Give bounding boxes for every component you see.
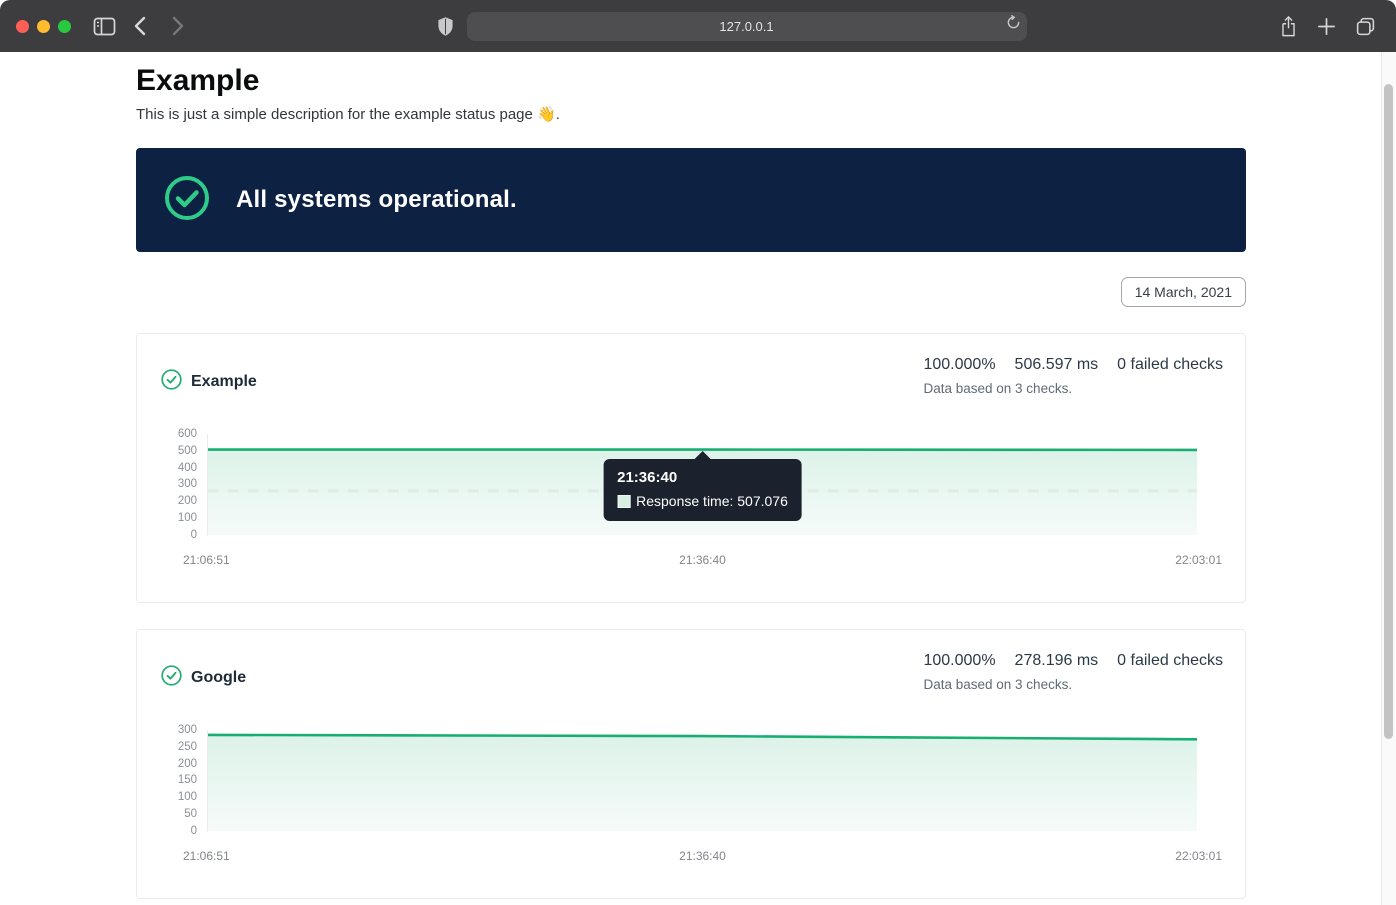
- status-banner: All systems operational.: [136, 148, 1246, 252]
- monitor-stats: 100.000% 506.597 ms 0 failed checks Data…: [923, 356, 1223, 396]
- monitor-title-group: Example: [161, 369, 257, 395]
- address-bar[interactable]: 127.0.0.1: [467, 12, 1027, 41]
- date-row: 14 March, 2021: [136, 277, 1246, 307]
- series-swatch-icon: [617, 495, 630, 508]
- y-tick: 0: [191, 824, 197, 838]
- monitor-title-group: Google: [161, 665, 246, 691]
- status-banner-message: All systems operational.: [236, 186, 517, 214]
- tooltip-time: 21:36:40: [617, 469, 788, 486]
- y-tick: 50: [184, 807, 197, 821]
- avg-response: 506.597 ms: [1015, 356, 1099, 374]
- y-axis-labels: 300 250 200 150 100 50 0: [161, 730, 207, 831]
- card-header: Example 100.000% 506.597 ms 0 failed che…: [161, 356, 1223, 396]
- chart-tooltip: 21:36:40 Response time: 507.076: [603, 459, 802, 521]
- y-tick: 600: [178, 427, 197, 441]
- uptime-percent: 100.000%: [923, 356, 995, 374]
- x-tick: 21:36:40: [679, 553, 726, 567]
- forward-button[interactable]: [172, 16, 184, 36]
- monitor-stats: 100.000% 278.196 ms 0 failed checks Data…: [923, 652, 1223, 692]
- y-tick: 150: [178, 773, 197, 787]
- y-tick: 250: [178, 740, 197, 754]
- response-chart: 600 500 400 300 200 100 0: [161, 434, 1223, 567]
- window-controls: [16, 20, 71, 33]
- y-tick: 400: [178, 461, 197, 475]
- monitor-ok-icon: [161, 369, 182, 395]
- y-axis-labels: 600 500 400 300 200 100 0: [161, 434, 207, 535]
- url-text: 127.0.0.1: [719, 19, 773, 34]
- minimize-window-button[interactable]: [37, 20, 50, 33]
- reload-icon[interactable]: [1006, 15, 1021, 30]
- scrollbar-thumb[interactable]: [1384, 84, 1393, 739]
- monitor-name: Google: [191, 669, 246, 687]
- page-description: This is just a simple description for th…: [136, 105, 1246, 123]
- x-tick: 21:36:40: [679, 849, 726, 863]
- privacy-shield-icon[interactable]: [437, 16, 454, 37]
- x-axis-labels: 21:06:51 21:36:40 22:03:01: [207, 553, 1197, 567]
- x-tick: 21:06:51: [183, 553, 230, 567]
- share-icon[interactable]: [1279, 15, 1298, 38]
- x-tick: 22:03:01: [1175, 849, 1222, 863]
- stats-row: 100.000% 506.597 ms 0 failed checks: [923, 356, 1223, 374]
- toolbar-right-group: [1279, 15, 1376, 38]
- new-tab-icon[interactable]: [1317, 17, 1336, 36]
- check-circle-icon: [163, 174, 211, 227]
- tooltip-caret-icon: [694, 451, 710, 459]
- x-axis-labels: 21:06:51 21:36:40 22:03:01: [207, 849, 1197, 863]
- failed-checks: 0 failed checks: [1117, 652, 1223, 670]
- scrollbar-track[interactable]: [1381, 52, 1396, 905]
- close-window-button[interactable]: [16, 20, 29, 33]
- sidebar-toggle-icon[interactable]: [93, 17, 116, 36]
- monitor-name: Example: [191, 373, 257, 391]
- x-tick: 21:06:51: [183, 849, 230, 863]
- status-page: Example This is just a simple descriptio…: [136, 62, 1246, 899]
- y-tick: 100: [178, 790, 197, 804]
- response-chart: 300 250 200 150 100 50 0: [161, 730, 1223, 863]
- avg-response: 278.196 ms: [1015, 652, 1099, 670]
- chart-plot-area[interactable]: [207, 730, 1197, 831]
- card-header: Google 100.000% 278.196 ms 0 failed chec…: [161, 652, 1223, 692]
- y-tick: 200: [178, 757, 197, 771]
- y-tick: 500: [178, 444, 197, 458]
- y-tick: 0: [191, 528, 197, 542]
- back-button[interactable]: [134, 16, 146, 36]
- monitor-ok-icon: [161, 665, 182, 691]
- zoom-window-button[interactable]: [58, 20, 71, 33]
- y-tick: 100: [178, 511, 197, 525]
- checks-note: Data based on 3 checks.: [923, 677, 1072, 692]
- monitor-card-google: Google 100.000% 278.196 ms 0 failed chec…: [136, 629, 1246, 899]
- monitor-card-example: Example 100.000% 506.597 ms 0 failed che…: [136, 333, 1246, 603]
- uptime-percent: 100.000%: [923, 652, 995, 670]
- browser-window: 127.0.0.1: [0, 0, 1396, 905]
- y-tick: 200: [178, 494, 197, 508]
- page-viewport: Example This is just a simple descriptio…: [0, 52, 1396, 905]
- tab-overview-icon[interactable]: [1355, 16, 1376, 37]
- y-tick: 300: [178, 477, 197, 491]
- address-bar-group: 127.0.0.1: [184, 12, 1279, 41]
- checks-note: Data based on 3 checks.: [923, 381, 1072, 396]
- page-title: Example: [136, 62, 1246, 100]
- tooltip-value: Response time: 507.076: [636, 493, 788, 509]
- date-picker-button[interactable]: 14 March, 2021: [1121, 277, 1246, 307]
- chart-plot-area[interactable]: 21:36:40 Response time: 507.076: [207, 434, 1197, 535]
- browser-toolbar: 127.0.0.1: [0, 0, 1396, 52]
- x-tick: 22:03:01: [1175, 553, 1222, 567]
- stats-row: 100.000% 278.196 ms 0 failed checks: [923, 652, 1223, 670]
- failed-checks: 0 failed checks: [1117, 356, 1223, 374]
- y-tick: 300: [178, 723, 197, 737]
